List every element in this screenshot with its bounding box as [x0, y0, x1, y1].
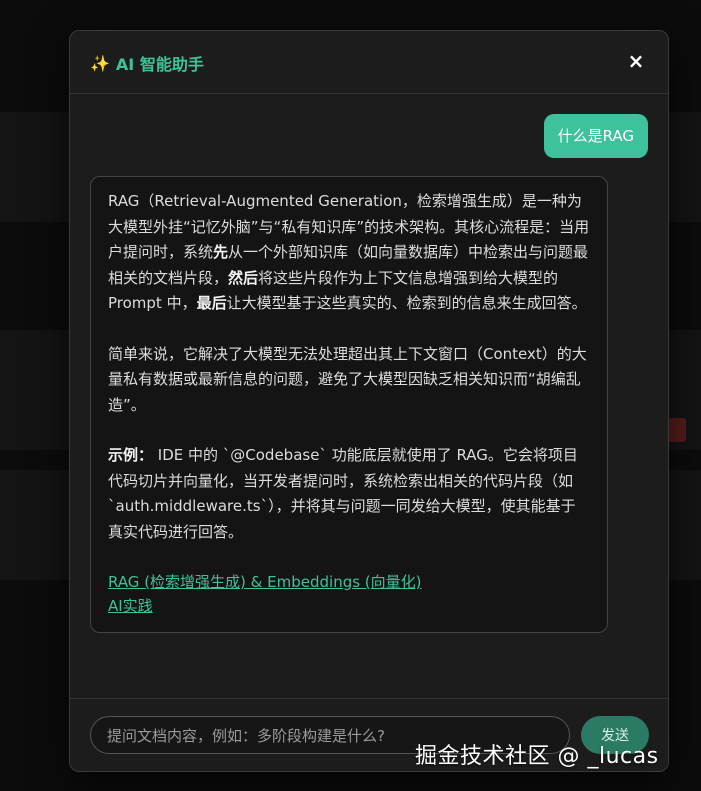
ai-text: IDE 中的 `@Codebase` 功能底层就使用了 RAG。它会将项目代码切…	[108, 446, 578, 541]
reference-link-rag[interactable]: RAG (检索增强生成) & Embeddings (向量化)	[108, 570, 590, 594]
reference-links: RAG (检索增强生成) & Embeddings (向量化) AI实践	[108, 570, 590, 618]
example-label: 示例：	[108, 446, 154, 464]
modal-title: ✨ AI 智能助手	[90, 51, 204, 75]
sparkle-icon: ✨	[90, 53, 110, 73]
reference-link-ai-practice[interactable]: AI实践	[108, 594, 590, 618]
close-button[interactable]: ×	[624, 49, 648, 73]
ai-assistant-modal: ✨ AI 智能助手 × 什么是RAG RAG（Retrieval-Augment…	[69, 30, 669, 772]
ai-bold-text: 先	[213, 243, 229, 261]
ai-message: RAG（Retrieval-Augmented Generation，检索增强生…	[90, 176, 608, 633]
ai-text: 让大模型基于这些真实的、检索到的信息来生成回答。	[226, 294, 587, 312]
ai-paragraph-2: 简单来说，它解决了大模型无法处理超出其上下文窗口（Context）的大量私有数据…	[108, 344, 587, 414]
chat-area[interactable]: 什么是RAG RAG（Retrieval-Augmented Generatio…	[70, 94, 668, 698]
ai-bold-text: 然后	[228, 268, 259, 287]
background-badge	[668, 418, 686, 442]
close-icon: ×	[627, 49, 645, 73]
ai-bold-text: 最后	[196, 294, 227, 312]
ai-paragraph-1: RAG（Retrieval-Augmented Generation，检索增强生…	[108, 189, 590, 317]
modal-title-text: AI 智能助手	[115, 55, 204, 74]
ai-paragraph-3: 示例： IDE 中的 `@Codebase` 功能底层就使用了 RAG。它会将项…	[108, 443, 590, 545]
modal-header: ✨ AI 智能助手 ×	[70, 31, 668, 94]
watermark: 掘金技术社区 @ _lucas	[415, 744, 659, 769]
user-message: 什么是RAG	[543, 114, 648, 158]
